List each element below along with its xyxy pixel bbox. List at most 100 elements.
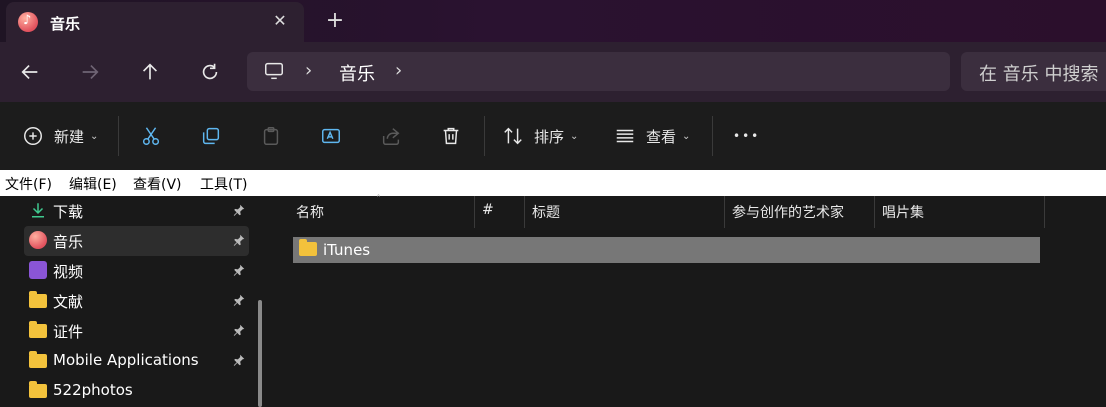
- divider: [118, 116, 119, 156]
- close-tab-button[interactable]: ✕: [268, 9, 292, 33]
- menu-edit[interactable]: 编辑(E): [69, 174, 117, 194]
- sidebar-item-label: 522photos: [53, 381, 133, 399]
- sidebar-item-522photos[interactable]: 522photos: [24, 376, 249, 406]
- file-name: iTunes: [323, 241, 371, 259]
- column-header-artists[interactable]: 参与创作的艺术家: [732, 202, 844, 222]
- chevron-down-icon: ⌄: [570, 130, 579, 142]
- navigation-bar: › 音乐 › 在 音乐 中搜索: [0, 42, 1106, 102]
- sidebar-item-documents[interactable]: 文献: [24, 286, 249, 316]
- sidebar-item-mobile-applications[interactable]: Mobile Applications: [24, 346, 249, 376]
- navigation-pane: 下载 音乐 视频 文献 证件 Mobile Applications 522ph…: [0, 196, 272, 407]
- paste-button[interactable]: [260, 120, 282, 152]
- view-label: 查看: [646, 127, 677, 146]
- column-divider[interactable]: [474, 196, 475, 228]
- sidebar-item-label: 证件: [53, 323, 84, 341]
- refresh-icon: [202, 63, 218, 80]
- sidebar-scrollbar[interactable]: [258, 300, 262, 407]
- back-button[interactable]: [14, 56, 46, 88]
- folder-icon: [29, 321, 47, 338]
- folder-icon: [29, 351, 47, 368]
- sort-label: 排序: [534, 127, 565, 146]
- view-button[interactable]: 查看 ⌄: [614, 120, 690, 152]
- breadcrumb-separator[interactable]: ›: [395, 60, 402, 81]
- sort-ascending-icon: ˄: [376, 194, 381, 205]
- pin-icon[interactable]: [232, 263, 246, 277]
- rename-button[interactable]: [320, 120, 342, 152]
- folder-icon: [29, 381, 47, 398]
- menu-view[interactable]: 查看(V): [133, 174, 182, 194]
- arrow-up-icon: [142, 63, 158, 80]
- computer-icon: [265, 62, 283, 80]
- search-placeholder: 在 音乐 中搜索: [979, 64, 1099, 85]
- video-icon: [29, 261, 47, 279]
- tab-title: 音乐: [50, 15, 81, 33]
- column-header-title[interactable]: 标题: [532, 202, 560, 222]
- column-divider[interactable]: [724, 196, 725, 228]
- arrow-left-icon: [21, 64, 38, 80]
- up-button[interactable]: [134, 56, 166, 88]
- copy-button[interactable]: [200, 120, 222, 152]
- sidebar-item-label: 音乐: [53, 233, 84, 251]
- sidebar-item-music[interactable]: 音乐: [24, 226, 249, 256]
- column-divider[interactable]: [1044, 196, 1045, 228]
- download-icon: [32, 203, 44, 218]
- share-icon: [382, 128, 400, 145]
- pin-icon[interactable]: [232, 353, 246, 367]
- sidebar-item-label: 视频: [53, 263, 84, 281]
- clipboard-icon: [263, 127, 279, 145]
- folder-icon: [299, 239, 317, 256]
- refresh-button[interactable]: [194, 56, 226, 88]
- forward-button[interactable]: [74, 56, 106, 88]
- pin-icon[interactable]: [232, 233, 246, 247]
- rename-icon: [322, 128, 340, 144]
- column-header-album[interactable]: 唱片集: [882, 202, 924, 222]
- share-button[interactable]: [380, 120, 402, 152]
- pin-icon[interactable]: [232, 323, 246, 337]
- sort-icon: [504, 127, 522, 145]
- menu-bar: 文件(F) 编辑(E) 查看(V) 工具(T): [0, 170, 1106, 196]
- new-label: 新建: [54, 127, 85, 146]
- menu-file[interactable]: 文件(F): [5, 174, 52, 194]
- chevron-down-icon: ⌄: [90, 130, 99, 142]
- address-bar[interactable]: › 音乐 ›: [247, 52, 950, 91]
- new-button[interactable]: 新建 ⌄: [22, 120, 98, 152]
- sidebar-item-videos[interactable]: 视频: [24, 256, 249, 286]
- table-row[interactable]: iTunes: [293, 237, 1040, 263]
- file-list: 名称 ˄ # 标题 参与创作的艺术家 唱片集 iTunes: [272, 194, 1106, 407]
- delete-button[interactable]: [440, 120, 462, 152]
- column-header-name[interactable]: 名称: [296, 202, 324, 222]
- tab-music[interactable]: 音乐 ✕: [6, 2, 304, 42]
- list-view-icon: [616, 129, 634, 143]
- more-icon: •••: [733, 129, 761, 143]
- music-icon: [18, 12, 38, 32]
- new-tab-button[interactable]: +: [322, 9, 348, 35]
- sidebar-item-label: 下载: [53, 203, 84, 221]
- divider: [712, 116, 713, 156]
- sidebar-item-certificates[interactable]: 证件: [24, 316, 249, 346]
- cut-button[interactable]: [140, 120, 162, 152]
- search-box[interactable]: 在 音乐 中搜索: [961, 52, 1106, 91]
- arrow-right-icon: [82, 64, 99, 80]
- scissors-icon: [142, 127, 160, 145]
- sidebar-item-downloads[interactable]: 下载: [24, 196, 249, 226]
- pin-icon[interactable]: [232, 203, 246, 217]
- trash-icon: [443, 127, 459, 145]
- title-bar: 音乐 ✕ +: [0, 0, 1106, 42]
- breadcrumb-music[interactable]: 音乐: [339, 60, 375, 86]
- folder-icon: [29, 291, 47, 308]
- more-button[interactable]: •••: [733, 120, 760, 152]
- sidebar-item-label: 文献: [53, 293, 84, 311]
- plus-circle-icon: [24, 127, 42, 145]
- column-divider[interactable]: [524, 196, 525, 228]
- chevron-down-icon: ⌄: [682, 130, 691, 142]
- column-header-number[interactable]: #: [482, 202, 494, 218]
- breadcrumb-separator[interactable]: ›: [305, 60, 312, 81]
- pin-icon[interactable]: [232, 293, 246, 307]
- divider: [484, 116, 485, 156]
- menu-tools[interactable]: 工具(T): [200, 174, 247, 194]
- sidebar-item-label: Mobile Applications: [53, 351, 199, 369]
- sort-button[interactable]: 排序 ⌄: [502, 120, 578, 152]
- command-bar: 新建 ⌄ 排序 ⌄ 查看 ⌄ •••: [0, 102, 1106, 170]
- music-icon: [29, 231, 47, 249]
- column-divider[interactable]: [874, 196, 875, 228]
